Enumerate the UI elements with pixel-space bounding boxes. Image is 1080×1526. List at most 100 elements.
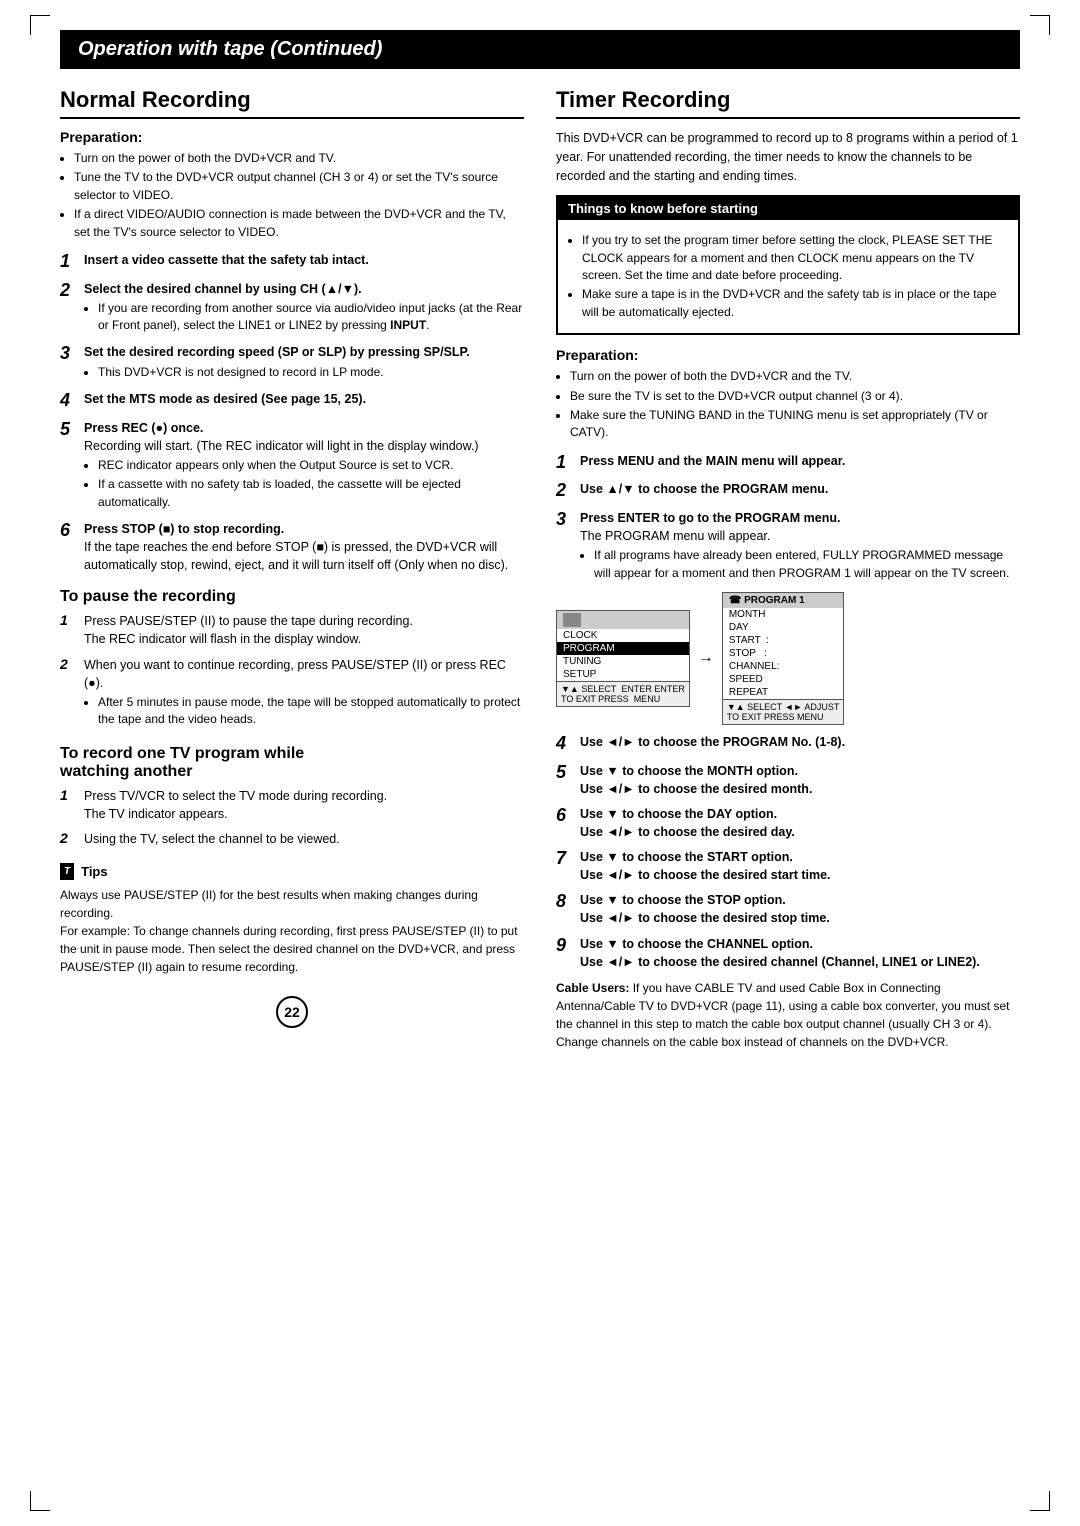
- left-column: Normal Recording Preparation: Turn on th…: [60, 87, 524, 1028]
- pause-heading: To pause the recording: [60, 588, 524, 606]
- timer-step-6-number: 6: [556, 805, 574, 827]
- program-menu-box: ☎ PROGRAM 1 MONTH DAY START : STOP : CHA…: [722, 592, 845, 725]
- page-container: Operation with tape (Continued) Normal R…: [0, 0, 1080, 1526]
- normal-prep-label: Preparation:: [60, 129, 524, 145]
- watch-heading: To record one TV program whilewatching a…: [60, 745, 524, 781]
- timer-step-3-sub: If all programs have already been entere…: [594, 547, 1020, 582]
- program-menu-header: ☎ PROGRAM 1: [723, 593, 844, 608]
- pause-step-1-content: Press PAUSE/STEP (II) to pause the tape …: [84, 612, 524, 648]
- step-2-sub-1: If you are recording from another source…: [98, 300, 524, 335]
- diagram-arrow: →: [698, 649, 714, 667]
- timer-step-4: 4 Use ◄/► to choose the PROGRAM No. (1-8…: [556, 733, 1020, 755]
- main-menu-footer: ▼▲ SELECT ENTER ENTERTO EXIT PRESS MENU: [557, 681, 689, 706]
- timer-prep-label: Preparation:: [556, 347, 1020, 363]
- step-3-number: 3: [60, 343, 78, 365]
- right-column: Timer Recording This DVD+VCR can be prog…: [556, 87, 1020, 1057]
- watch-step-2-content: Using the TV, select the channel to be v…: [84, 830, 524, 848]
- step-5-number: 5: [60, 419, 78, 441]
- timer-step-6: 6 Use ▼ to choose the DAY option. Use ◄/…: [556, 805, 1020, 841]
- step-1: 1 Insert a video cassette that the safet…: [60, 251, 524, 273]
- timer-step-7: 7 Use ▼ to choose the START option. Use …: [556, 848, 1020, 884]
- timer-step-2: 2 Use ▲/▼ to choose the PROGRAM menu.: [556, 480, 1020, 502]
- step-2-content: Select the desired channel by using CH (…: [84, 280, 524, 337]
- timer-step-1-number: 1: [556, 452, 574, 474]
- tips-label: Tips: [81, 862, 108, 882]
- things-box-title: Things to know before starting: [558, 197, 1018, 220]
- timer-step-9-content: Use ▼ to choose the CHANNEL option. Use …: [580, 935, 1020, 971]
- pause-step-2-content: When you want to continue recording, pre…: [84, 656, 524, 731]
- timer-step-4-number: 4: [556, 733, 574, 755]
- prog-day: DAY: [723, 621, 844, 634]
- timer-step-3: 3 Press ENTER to go to the PROGRAM menu.…: [556, 509, 1020, 584]
- prog-start: START :: [723, 634, 844, 647]
- things-box-content: If you try to set the program timer befo…: [558, 220, 1018, 333]
- timer-step-4-content: Use ◄/► to choose the PROGRAM No. (1-8).: [580, 733, 1020, 751]
- things-bullet-1: If you try to set the program timer befo…: [582, 232, 1008, 284]
- menu-dvd-icon: [563, 613, 581, 627]
- watch-step-1-number: 1: [60, 787, 78, 804]
- step-6-content: Press STOP (■) to stop recording. If the…: [84, 520, 524, 574]
- normal-recording-title: Normal Recording: [60, 87, 524, 119]
- step-3-content: Set the desired recording speed (SP or S…: [84, 343, 524, 383]
- step-4-content: Set the MTS mode as desired (See page 15…: [84, 390, 524, 408]
- timer-step-9-number: 9: [556, 935, 574, 957]
- normal-prep-list: Turn on the power of both the DVD+VCR an…: [74, 150, 524, 241]
- step-4: 4 Set the MTS mode as desired (See page …: [60, 390, 524, 412]
- program-footer: ▼▲ SELECT ◄► ADJUSTTO EXIT PRESS MENU: [723, 699, 844, 724]
- timer-step-9: 9 Use ▼ to choose the CHANNEL option. Us…: [556, 935, 1020, 971]
- cable-users-note: Cable Users: If you have CABLE TV and us…: [556, 979, 1020, 1051]
- timer-step-1: 1 Press MENU and the MAIN menu will appe…: [556, 452, 1020, 474]
- corner-mark-br: [1030, 1491, 1050, 1511]
- step-2-number: 2: [60, 280, 78, 302]
- timer-prep-2: Be sure the TV is set to the DVD+VCR out…: [570, 388, 1020, 405]
- timer-prep-block: Preparation: Turn on the power of both t…: [556, 347, 1020, 442]
- header-banner: Operation with tape (Continued): [60, 30, 1020, 69]
- menu-diagram: CLOCK PROGRAM TUNING SETUP ▼▲ SELECT ENT…: [556, 592, 1020, 725]
- step-1-content: Insert a video cassette that the safety …: [84, 251, 524, 269]
- menu-item-setup: SETUP: [557, 668, 689, 681]
- timer-step-2-number: 2: [556, 480, 574, 502]
- pause-step-2: 2 When you want to continue recording, p…: [60, 656, 524, 731]
- watch-step-1-content: Press TV/VCR to select the TV mode durin…: [84, 787, 524, 823]
- timer-prep-3: Make sure the TUNING BAND in the TUNING …: [570, 407, 1020, 442]
- page-number-circle: 22: [276, 996, 308, 1028]
- timer-step-5: 5 Use ▼ to choose the MONTH option. Use …: [556, 762, 1020, 798]
- things-box: Things to know before starting If you tr…: [556, 195, 1020, 335]
- cable-label: Cable Users:: [556, 981, 629, 995]
- tips-box: T Tips Always use PAUSE/STEP (II) for th…: [60, 862, 524, 976]
- step-6-number: 6: [60, 520, 78, 542]
- pause-step-2-sub-1: After 5 minutes in pause mode, the tape …: [98, 694, 524, 729]
- timer-step-5-number: 5: [556, 762, 574, 784]
- step-5-content: Press REC (●) once. Recording will start…: [84, 419, 524, 513]
- step-6: 6 Press STOP (■) to stop recording. If t…: [60, 520, 524, 574]
- header-text: Operation with tape (Continued): [78, 38, 382, 60]
- prog-repeat: REPEAT: [723, 686, 844, 699]
- menu-item-clock: CLOCK: [557, 629, 689, 642]
- prog-channel: CHANNEL:: [723, 660, 844, 673]
- tips-content: Always use PAUSE/STEP (II) for the best …: [60, 886, 524, 976]
- two-column-layout: Normal Recording Preparation: Turn on th…: [60, 87, 1020, 1057]
- timer-intro: This DVD+VCR can be programmed to record…: [556, 129, 1020, 185]
- timer-prep-list: Turn on the power of both the DVD+VCR an…: [570, 368, 1020, 442]
- normal-prep-item-3: If a direct VIDEO/AUDIO connection is ma…: [74, 206, 524, 241]
- things-bullets: If you try to set the program timer befo…: [582, 232, 1008, 321]
- timer-recording-title: Timer Recording: [556, 87, 1020, 119]
- timer-step-8-number: 8: [556, 891, 574, 913]
- timer-step-7-number: 7: [556, 848, 574, 870]
- pause-step-1-number: 1: [60, 612, 78, 629]
- corner-mark-tl: [30, 15, 50, 35]
- prog-stop: STOP :: [723, 647, 844, 660]
- pause-step-1: 1 Press PAUSE/STEP (II) to pause the tap…: [60, 612, 524, 648]
- step-3: 3 Set the desired recording speed (SP or…: [60, 343, 524, 383]
- tips-title: T Tips: [60, 862, 524, 882]
- corner-mark-tr: [1030, 15, 1050, 35]
- watch-step-2-number: 2: [60, 830, 78, 847]
- main-menu-box: CLOCK PROGRAM TUNING SETUP ▼▲ SELECT ENT…: [556, 610, 690, 707]
- timer-step-8: 8 Use ▼ to choose the STOP option. Use ◄…: [556, 891, 1020, 927]
- menu-item-program: PROGRAM: [557, 642, 689, 655]
- step-2-sub: If you are recording from another source…: [98, 300, 524, 335]
- step-5-sub-1: REC indicator appears only when the Outp…: [98, 457, 524, 474]
- step-4-number: 4: [60, 390, 78, 412]
- timer-step-3-content: Press ENTER to go to the PROGRAM menu. T…: [580, 509, 1020, 584]
- prog-speed: SPEED: [723, 673, 844, 686]
